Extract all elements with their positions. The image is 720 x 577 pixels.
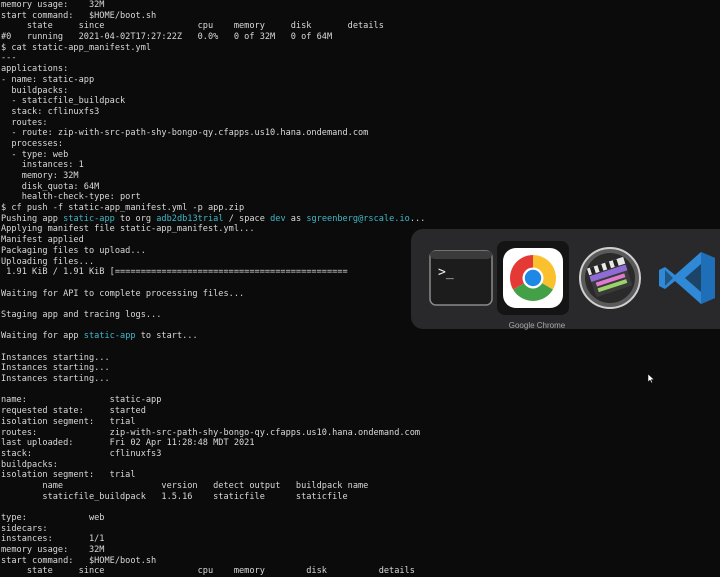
terminal-line: stack: cflinuxfs3 xyxy=(1,106,100,117)
terminal-line: $ cf push -f static-app_manifest.yml -p … xyxy=(1,203,245,214)
app-switcher-item-terminal[interactable]: >_ xyxy=(425,241,497,315)
svg-text:>_: >_ xyxy=(438,265,454,280)
terminal-line: name: static-app xyxy=(1,395,162,406)
terminal-line: sidecars: xyxy=(1,523,48,534)
terminal-line: - route: zip-with-src-path-shy-bongo-qy.… xyxy=(1,128,369,139)
terminal-line: Instances starting... xyxy=(1,363,110,374)
terminal-line: state since cpu memory disk details xyxy=(1,566,415,577)
terminal-line: - type: web xyxy=(1,149,69,160)
app-switcher-selected-label: Google Chrome xyxy=(508,321,566,330)
terminal-line: applications: xyxy=(1,64,69,75)
terminal-line: isolation segment: trial xyxy=(1,416,136,427)
terminal-line: state since cpu memory disk details xyxy=(1,21,384,32)
terminal-line: instances: 1/1 xyxy=(1,534,105,545)
terminal-line: - staticfile_buildpack xyxy=(1,96,126,107)
terminal-line: memory usage: 32M xyxy=(1,545,105,556)
terminal-line: name version detect output buildpack nam… xyxy=(1,480,369,491)
terminal-text: to org xyxy=(114,213,157,224)
terminal-line: memory usage: 32M xyxy=(1,0,105,10)
terminal-text: / space xyxy=(223,213,271,224)
terminal-line: buildpacks: xyxy=(1,85,69,96)
terminal-line: #0 running 2021-04-02T17:27:22Z 0.0% 0 o… xyxy=(1,32,333,43)
chrome-icon xyxy=(503,248,563,308)
terminal-text: ... xyxy=(409,213,426,224)
terminal-line: staticfile_buildpack 1.5.16 staticfile s… xyxy=(1,491,348,502)
terminal-highlight: dev xyxy=(270,213,286,224)
terminal-text: Pushing app xyxy=(1,213,64,224)
terminal-line: --- xyxy=(1,53,17,64)
app-switcher-item-vscode[interactable] xyxy=(651,241,720,315)
terminal-line: isolation segment: trial xyxy=(1,470,136,481)
terminal-highlight: adb2db13trial xyxy=(156,213,224,224)
terminal-line: $ cat static-app_manifest.yml xyxy=(1,42,152,53)
terminal-line: type: web xyxy=(1,513,105,523)
terminal-line: Instances starting... xyxy=(1,352,110,363)
terminal-line: buildpacks: xyxy=(1,459,58,470)
terminal-line: processes: xyxy=(1,138,64,149)
terminal-line: health-check-type: port xyxy=(1,192,141,203)
terminal-text: as xyxy=(285,213,307,224)
terminal-text: to start... xyxy=(135,331,198,342)
terminal-line: memory: 32M xyxy=(1,171,79,181)
terminal-line: instances: 1 xyxy=(1,160,84,171)
terminal-highlight: static-app xyxy=(63,213,115,224)
terminal-icon: >_ xyxy=(429,250,493,306)
vscode-icon xyxy=(659,252,715,304)
terminal-line: start command: $HOME/boot.sh xyxy=(1,10,157,21)
terminal-line: routes: xyxy=(1,117,48,128)
terminal-line: Pushing app static-app to org adb2db13tr… xyxy=(1,214,720,225)
clapperboard-icon xyxy=(579,247,641,309)
terminal-highlight: static-app xyxy=(83,331,136,342)
terminal-text: Waiting for app xyxy=(1,331,84,342)
terminal-line: routes: zip-with-src-path-shy-bongo-qy.c… xyxy=(1,427,421,438)
terminal-line: last uploaded: Fri 02 Apr 11:28:48 MDT 2… xyxy=(1,438,255,449)
terminal-line: Waiting for app static-app to start... xyxy=(1,331,720,342)
terminal-highlight: sgreenberg@rscale.io xyxy=(306,213,410,224)
terminal-line: stack: cflinuxfs3 xyxy=(1,448,162,459)
mouse-cursor-icon xyxy=(648,374,654,383)
app-switcher-item-chrome[interactable] xyxy=(497,241,569,315)
terminal-line: - name: static-app xyxy=(1,74,95,85)
app-switcher: >_ Google Chrome xyxy=(411,229,720,330)
terminal-line: Instances starting... xyxy=(1,374,110,385)
app-switcher-item-final-cut[interactable] xyxy=(574,241,646,315)
terminal-line: requested state: started xyxy=(1,406,146,417)
terminal-line: disk_quota: 64M xyxy=(1,181,100,192)
terminal-line: start command: $HOME/boot.sh xyxy=(1,555,157,566)
